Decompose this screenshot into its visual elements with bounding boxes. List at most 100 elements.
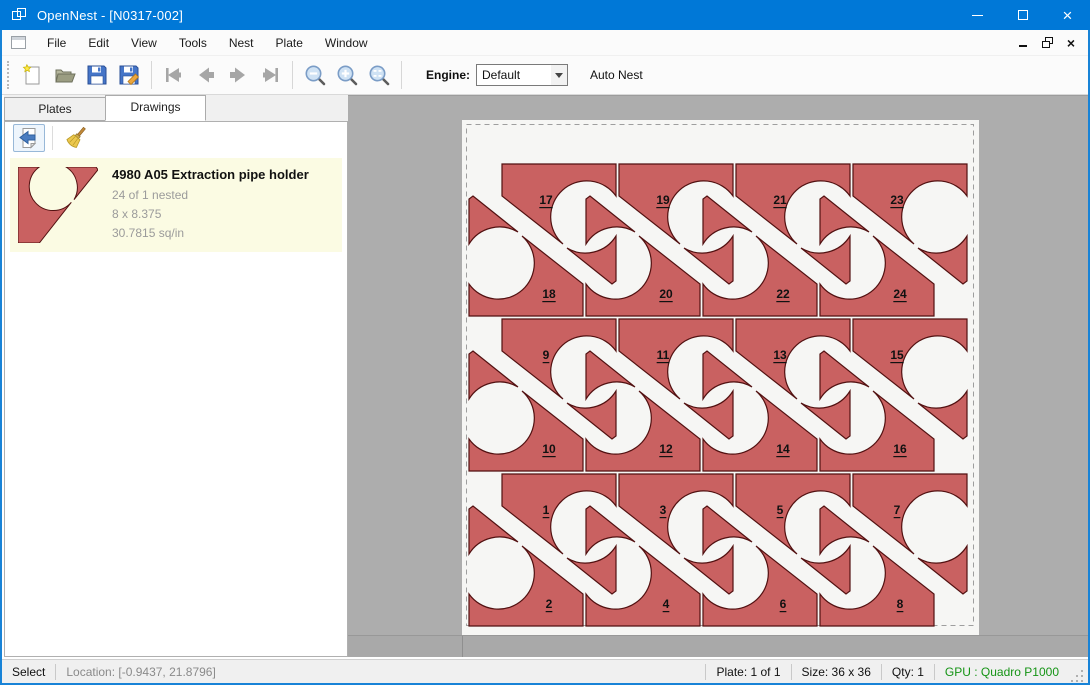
left-panel: Plates Drawings: [4, 95, 348, 657]
mdi-minimize-icon: [1019, 45, 1027, 47]
arrow-right-icon: [226, 63, 250, 87]
save-as-button[interactable]: [113, 60, 145, 90]
auto-nest-button[interactable]: Auto Nest: [584, 64, 649, 86]
toolbar-separator: [151, 61, 152, 89]
zoom-out-button[interactable]: [299, 60, 331, 90]
chevron-down-icon: [555, 73, 563, 78]
part-label: 7: [894, 503, 901, 517]
new-document-icon: [21, 63, 45, 87]
document-icon[interactable]: [11, 36, 26, 49]
save-as-icon: [117, 63, 141, 87]
app-window: OpenNest - [N0317-002] × File Edit View …: [0, 0, 1090, 685]
part-label: 5: [777, 503, 784, 517]
part-label: 22: [776, 287, 790, 301]
open-button[interactable]: [49, 60, 81, 90]
part-label: 13: [773, 348, 787, 362]
status-mode: Select: [2, 665, 55, 679]
maximize-button[interactable]: [1000, 0, 1045, 30]
new-button[interactable]: [17, 60, 49, 90]
resize-grip[interactable]: [1071, 668, 1085, 682]
clear-drawings-button[interactable]: [60, 124, 92, 152]
mdi-minimize-button[interactable]: [1014, 35, 1032, 51]
part-label: 18: [542, 287, 556, 301]
menu-nest[interactable]: Nest: [218, 31, 265, 55]
tab-drawings[interactable]: Drawings: [105, 95, 206, 121]
drawing-dimensions: 8 x 8.375: [112, 205, 309, 224]
save-button[interactable]: [81, 60, 113, 90]
engine-select[interactable]: Default: [476, 64, 568, 86]
engine-value: Default: [477, 68, 551, 82]
part-label: 16: [893, 442, 907, 456]
go-last-icon: [258, 63, 282, 87]
import-drawing-button[interactable]: [13, 124, 45, 152]
previous-plate-button[interactable]: [190, 60, 222, 90]
part-label: 17: [539, 193, 553, 207]
mdi-restore-icon: [1042, 37, 1053, 48]
next-plate-button[interactable]: [222, 60, 254, 90]
part-label: 23: [890, 193, 904, 207]
toolbar-grip[interactable]: [7, 61, 11, 89]
part-label: 20: [659, 287, 673, 301]
nest-canvas[interactable]: 171819202122232491011121314151612345678: [348, 95, 1088, 657]
tab-strip: Plates Drawings: [4, 95, 348, 121]
zoom-in-button[interactable]: [331, 60, 363, 90]
part-label: 21: [773, 193, 787, 207]
menu-edit[interactable]: Edit: [77, 31, 120, 55]
maximize-icon: [1018, 10, 1028, 20]
part-thumbnail: [18, 167, 98, 243]
tab-plates[interactable]: Plates: [4, 97, 105, 121]
part-label: 6: [780, 597, 787, 611]
drawing-list-item[interactable]: 4980 A05 Extraction pipe holder 24 of 1 …: [10, 158, 342, 252]
zoom-fit-icon: [367, 63, 391, 87]
part-label: 24: [893, 287, 907, 301]
part-label: 10: [542, 442, 556, 456]
toolbar-separator: [292, 61, 293, 89]
drawing-title: 4980 A05 Extraction pipe holder: [112, 167, 309, 182]
part-label: 3: [660, 503, 667, 517]
drawings-list-panel: 4980 A05 Extraction pipe holder 24 of 1 …: [4, 121, 348, 657]
part-label: 4: [663, 597, 670, 611]
part-label: 11: [657, 348, 670, 362]
window-title: OpenNest - [N0317-002]: [37, 8, 183, 23]
go-first-icon: [162, 63, 186, 87]
arrow-left-icon: [194, 63, 218, 87]
status-qty: Qty: 1: [882, 665, 934, 679]
menu-window[interactable]: Window: [314, 31, 379, 55]
menu-view[interactable]: View: [120, 31, 168, 55]
drawing-meta: 4980 A05 Extraction pipe holder 24 of 1 …: [112, 167, 309, 243]
zoom-fit-button[interactable]: [363, 60, 395, 90]
mdi-close-button[interactable]: ×: [1062, 35, 1080, 51]
status-size: Size: 36 x 36: [792, 665, 881, 679]
toolbar-separator: [401, 61, 402, 89]
mdi-restore-button[interactable]: [1038, 35, 1056, 51]
part-label: 8: [897, 597, 904, 611]
menu-bar: File Edit View Tools Nest Plate Window ×: [2, 30, 1088, 56]
close-icon: ×: [1063, 7, 1073, 24]
part-label: 9: [543, 348, 550, 362]
part-label: 1: [543, 503, 550, 517]
title-bar: OpenNest - [N0317-002] ×: [0, 0, 1090, 30]
menu-file[interactable]: File: [36, 31, 77, 55]
menu-plate[interactable]: Plate: [265, 31, 314, 55]
part-label: 15: [890, 348, 904, 362]
main-toolbar: Engine: Default Auto Nest: [2, 56, 1088, 95]
zoom-in-icon: [335, 63, 359, 87]
minimize-button[interactable]: [955, 0, 1000, 30]
last-plate-button[interactable]: [254, 60, 286, 90]
open-folder-icon: [53, 63, 77, 87]
first-plate-button[interactable]: [158, 60, 190, 90]
drawing-area: 30.7815 sq/in: [112, 224, 309, 243]
close-button[interactable]: ×: [1045, 0, 1090, 30]
drawings-toolbar: [5, 122, 347, 154]
horizontal-scrollbar[interactable]: [348, 635, 1088, 657]
part-label: 14: [776, 442, 790, 456]
drawing-nested-count: 24 of 1 nested: [112, 186, 309, 205]
engine-dropdown-button[interactable]: [551, 65, 567, 85]
plate-view[interactable]: 171819202122232491011121314151612345678: [462, 120, 979, 637]
part-label: 12: [659, 442, 673, 456]
engine-label: Engine:: [426, 68, 470, 82]
save-icon: [85, 63, 109, 87]
part-label: 2: [546, 597, 553, 611]
menu-tools[interactable]: Tools: [168, 31, 218, 55]
minimize-icon: [972, 15, 983, 16]
